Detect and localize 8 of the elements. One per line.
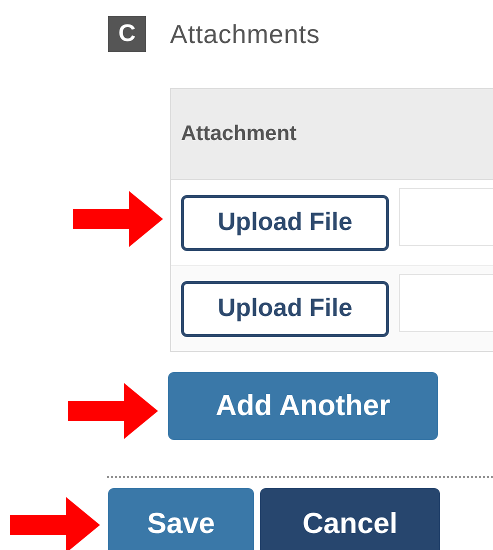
upload-file-button[interactable]: Upload File xyxy=(181,194,389,250)
section-badge: C xyxy=(108,16,146,52)
add-another-button[interactable]: Add Another xyxy=(168,372,438,440)
cancel-button[interactable]: Cancel xyxy=(260,488,440,550)
section-title: Attachments xyxy=(170,18,320,50)
column-header: Attachment xyxy=(181,122,297,146)
save-button[interactable]: Save xyxy=(108,488,254,550)
upload-file-button[interactable]: Upload File xyxy=(181,280,389,336)
